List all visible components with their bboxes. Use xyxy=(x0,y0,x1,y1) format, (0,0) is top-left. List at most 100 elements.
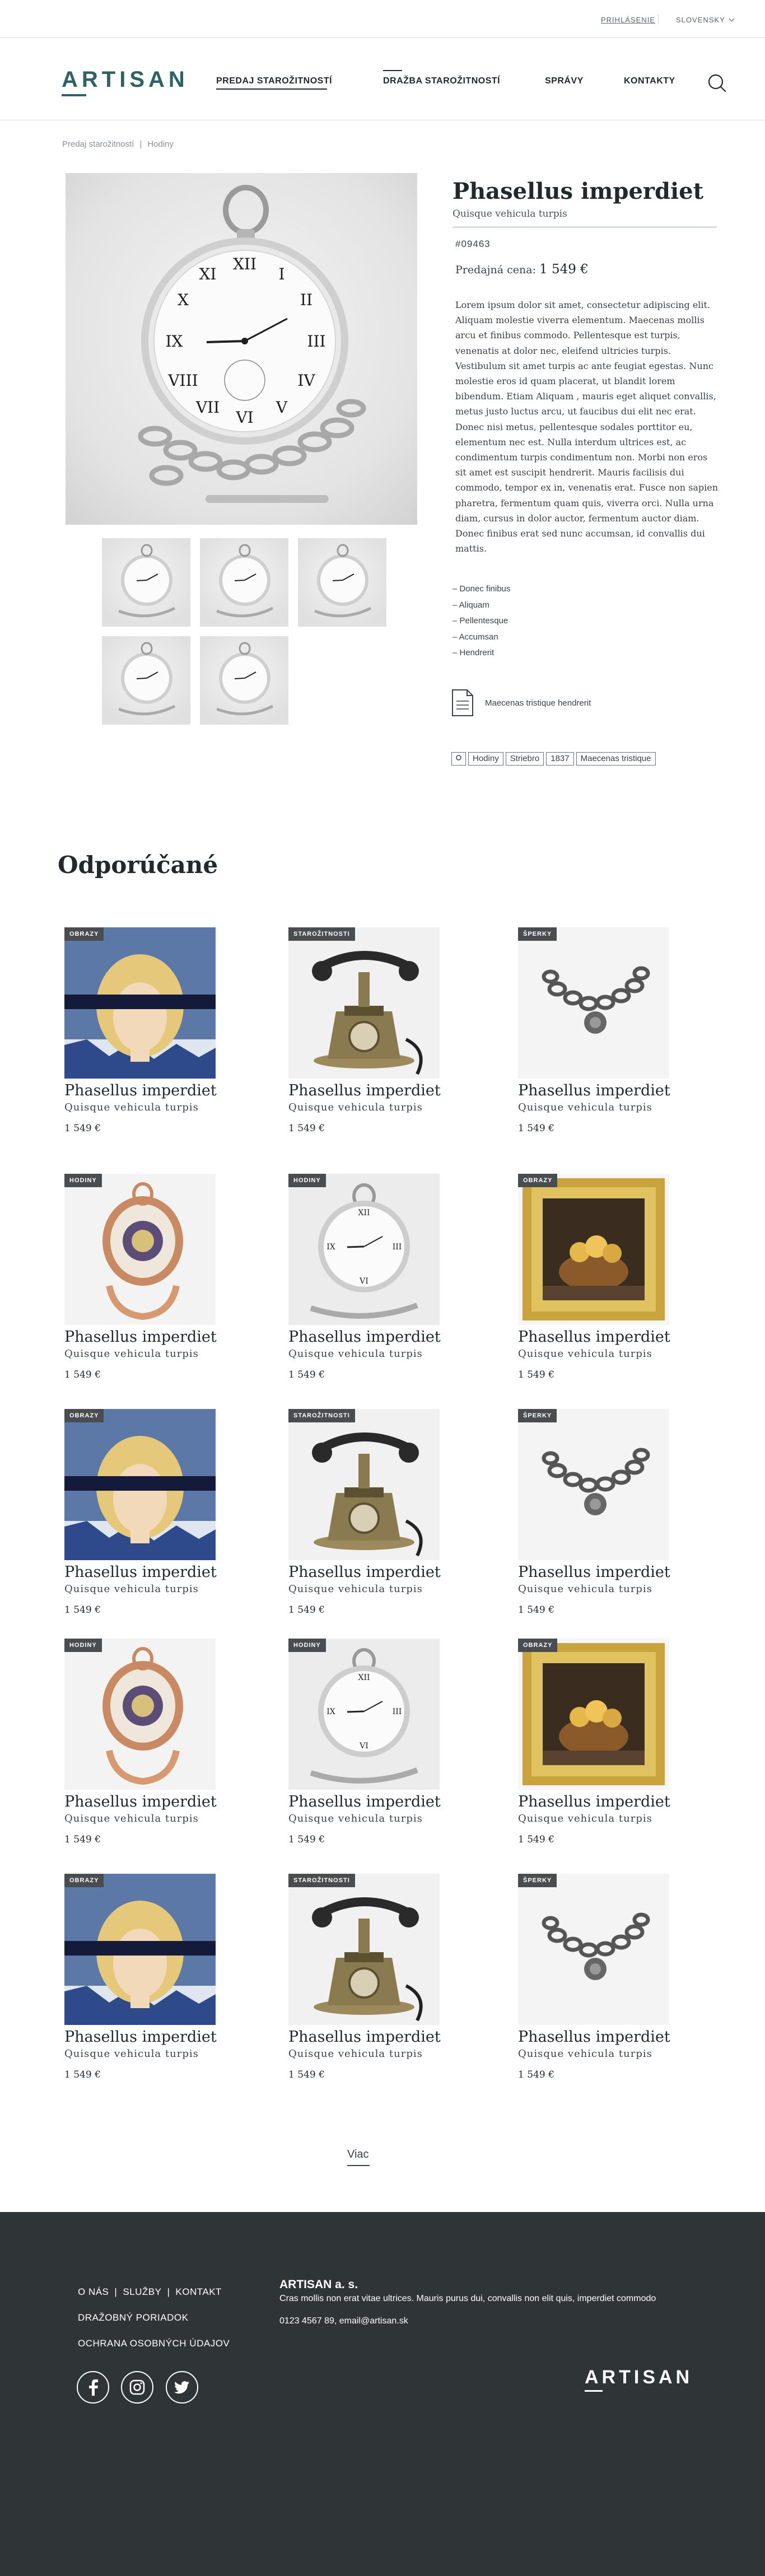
product-card-image[interactable]: HODINY xyxy=(64,1639,216,1790)
product-card-title[interactable]: Phasellus imperdiet xyxy=(64,1564,217,1581)
footer-divider: | xyxy=(167,2286,170,2297)
footer-divider: | xyxy=(114,2286,118,2297)
product-card-title[interactable]: Phasellus imperdiet xyxy=(288,1564,441,1581)
product-card-image[interactable]: OBRAZY xyxy=(518,1174,669,1325)
product-main-image[interactable]: XII I II III IV V VI VII VIII IX X XI xyxy=(66,173,417,525)
search-icon[interactable] xyxy=(707,73,727,93)
product-card-image[interactable]: HODINY XII III VI IX xyxy=(288,1639,440,1790)
svg-text:IV: IV xyxy=(297,371,315,390)
product-card-image[interactable]: ŠPERKY xyxy=(518,1874,669,2025)
nav-item-predaj[interactable]: PREDAJ STAROŽITNOSTÍ xyxy=(216,76,332,86)
price-label: Predajná cena: xyxy=(455,264,536,276)
nav-item-spravy[interactable]: SPRÁVY xyxy=(545,76,584,86)
product-price: Predajná cena: 1 549 € xyxy=(455,262,589,277)
product-card[interactable]: ŠPERKY Phasellus imperdiet Quisque vehicul… xyxy=(518,927,686,1151)
product-thumbnail[interactable] xyxy=(102,538,190,627)
product-card[interactable]: OBRAZY Phasellus imperdiet Quisque vehicul… xyxy=(64,927,232,1151)
logo[interactable]: ARTISAN xyxy=(62,67,189,92)
footer-links: O NÁS | SLUŽBY | KONTAKT DRAŽOBNÝ PORIADOK O… xyxy=(78,2279,230,2356)
more-underline xyxy=(347,2165,370,2166)
document-download-link[interactable]: Maecenas tristique hendrerit xyxy=(451,689,591,717)
product-card[interactable]: STAROŽITNOSTI Phasellus imperdiet Quisque … xyxy=(288,1409,456,1633)
footer-link-drazobny-poriadok[interactable]: DRAŽOBNÝ PORIADOK xyxy=(78,2312,188,2323)
product-card-title[interactable]: Phasellus imperdiet xyxy=(518,1082,670,1099)
product-card-image[interactable]: STAROŽITNOSTI xyxy=(288,927,440,1079)
product-card-title[interactable]: Phasellus imperdiet xyxy=(288,1082,441,1099)
product-card[interactable]: HODINY Phasellus imperdiet Quisque vehicul… xyxy=(64,1174,232,1398)
product-card-image[interactable]: HODINY XII III VI IX xyxy=(288,1174,440,1325)
product-card[interactable]: OBRAZY Phasellus imperdiet Quisque vehicul… xyxy=(518,1639,686,1863)
svg-text:XI: XI xyxy=(199,265,217,283)
product-card-image[interactable]: OBRAZY xyxy=(64,927,216,1079)
breadcrumb-item-current[interactable]: Hodiny xyxy=(147,139,174,149)
product-card-price: 1 549 € xyxy=(288,2069,325,2080)
tag-year[interactable]: 1837 xyxy=(546,752,574,766)
product-card[interactable]: OBRAZY Phasellus imperdiet Quisque vehicul… xyxy=(518,1174,686,1398)
product-card-title[interactable]: Phasellus imperdiet xyxy=(64,1793,217,1810)
product-card-title[interactable]: Phasellus imperdiet xyxy=(288,1328,441,1346)
footer-link-kontakt[interactable]: KONTAKT xyxy=(175,2286,222,2297)
product-card[interactable]: HODINY Phasellus imperdiet Quisque vehicul… xyxy=(64,1639,232,1863)
site-header: ARTISAN PREDAJ STAROŽITNOSTÍ DRAŽBA STAR… xyxy=(0,38,765,120)
product-thumbnail[interactable] xyxy=(102,636,190,725)
product-card-image[interactable]: STAROŽITNOSTI xyxy=(288,1409,440,1560)
twitter-icon[interactable] xyxy=(166,2371,198,2404)
product-card-image[interactable]: STAROŽITNOSTI xyxy=(288,1874,440,2025)
product-card-title[interactable]: Phasellus imperdiet xyxy=(64,1328,217,1346)
svg-text:XII: XII xyxy=(358,1673,370,1682)
more-button[interactable]: Viac xyxy=(347,2148,369,2161)
footer-link-o-nas[interactable]: O NÁS xyxy=(78,2286,109,2297)
product-card-title[interactable]: Phasellus imperdiet xyxy=(64,2028,217,2046)
product-thumbnail[interactable] xyxy=(200,538,288,627)
product-card-subtitle: Quisque vehicula turpis xyxy=(64,1813,199,1824)
svg-text:II: II xyxy=(300,291,312,309)
product-card-title[interactable]: Phasellus imperdiet xyxy=(64,1082,217,1099)
product-card-title[interactable]: Phasellus imperdiet xyxy=(288,2028,441,2046)
product-card-image[interactable]: HODINY xyxy=(64,1174,216,1325)
product-card-title[interactable]: Phasellus imperdiet xyxy=(518,2028,670,2046)
product-card-image[interactable]: OBRAZY xyxy=(64,1409,216,1560)
product-thumbnail[interactable] xyxy=(200,636,288,725)
footer-logo[interactable]: ARTISAN xyxy=(585,2367,693,2388)
tag-hodiny[interactable]: Hodiny xyxy=(468,752,503,766)
product-card-title[interactable]: Phasellus imperdiet xyxy=(518,1328,670,1346)
product-card[interactable]: ŠPERKY Phasellus imperdiet Quisque vehicul… xyxy=(518,1874,686,2098)
product-card-title[interactable]: Phasellus imperdiet xyxy=(518,1793,670,1810)
product-card-title[interactable]: Phasellus imperdiet xyxy=(288,1793,441,1810)
product-card-image[interactable]: ŠPERKY xyxy=(518,927,669,1079)
product-card-image[interactable]: OBRAZY xyxy=(64,1874,216,2025)
language-select[interactable]: SLOVENSKY xyxy=(676,16,735,24)
product-card[interactable]: STAROŽITNOSTI Phasellus imperdiet Quisque … xyxy=(288,927,456,1151)
footer-link-gdpr[interactable]: OCHRANA OSOBNÝCH ÚDAJOV xyxy=(78,2338,230,2349)
facebook-icon[interactable] xyxy=(77,2371,109,2404)
footer-link-sluzby[interactable]: SLUŽBY xyxy=(123,2286,161,2297)
svg-text:X: X xyxy=(178,291,189,309)
nav-item-kontakty[interactable]: KONTAKTY xyxy=(624,76,675,86)
product-card[interactable]: HODINY XII III VI IX Phasellus imperdiet Quisq… xyxy=(288,1174,456,1398)
tag-striebro[interactable]: Striebro xyxy=(505,752,544,766)
svg-text:V: V xyxy=(276,398,288,417)
login-link[interactable]: PRIHLÁSENIE xyxy=(601,16,655,24)
product-card-price: 1 549 € xyxy=(288,1604,325,1616)
breadcrumb-item[interactable]: Predaj starožitností xyxy=(62,139,134,149)
tag-list: Hodiny Striebro 1837 Maecenas tristique xyxy=(451,752,656,766)
tag-maecenas[interactable]: Maecenas tristique xyxy=(576,752,656,766)
svg-text:VI: VI xyxy=(359,1742,368,1751)
product-card[interactable]: OBRAZY Phasellus imperdiet Quisque vehicul… xyxy=(64,1409,232,1633)
product-card-image[interactable]: OBRAZY xyxy=(518,1639,669,1790)
category-badge: HODINY xyxy=(64,1174,102,1187)
product-card[interactable]: OBRAZY Phasellus imperdiet Quisque vehicul… xyxy=(64,1874,232,2098)
svg-text:IX: IX xyxy=(166,332,183,351)
product-card[interactable]: HODINY XII III VI IX Phasellus imperdiet Quisq… xyxy=(288,1639,456,1863)
feature-list: – Donec finibus – Aliquam – Pellentesque… xyxy=(453,581,510,661)
product-card-title[interactable]: Phasellus imperdiet xyxy=(518,1564,670,1581)
product-card[interactable]: ŠPERKY Phasellus imperdiet Quisque vehicul… xyxy=(518,1409,686,1633)
product-card[interactable]: STAROŽITNOSTI Phasellus imperdiet Quisque … xyxy=(288,1874,456,2098)
product-card-price: 1 549 € xyxy=(518,1604,554,1616)
nav-item-drazba[interactable]: DRAŽBA STAROŽITNOSTÍ xyxy=(383,76,500,86)
product-card-image[interactable]: ŠPERKY xyxy=(518,1409,669,1560)
product-thumbnail[interactable] xyxy=(298,538,386,627)
list-item: – Aliquam xyxy=(453,600,489,610)
instagram-icon[interactable] xyxy=(121,2371,153,2404)
pocket-watch-icon: XII III VI IX xyxy=(288,1639,440,1790)
